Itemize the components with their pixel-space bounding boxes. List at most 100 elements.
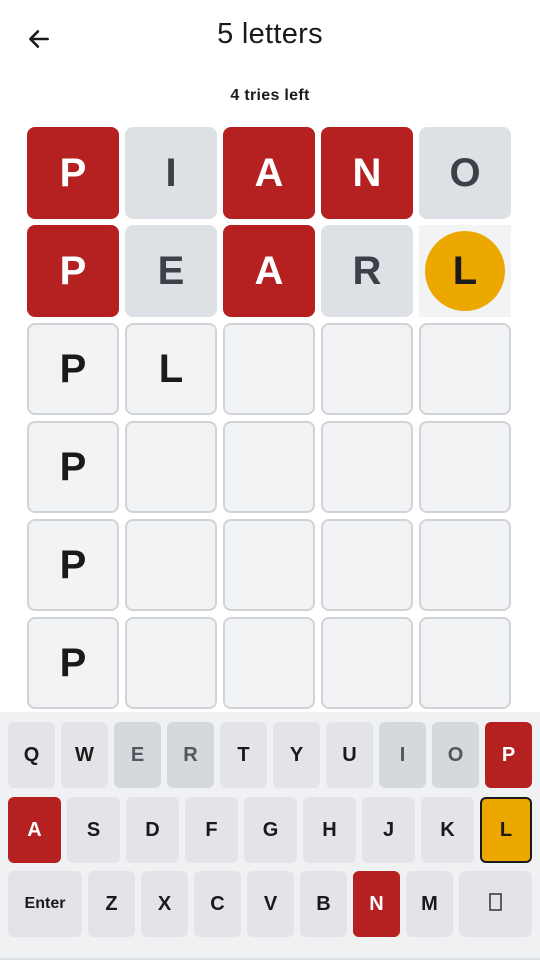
key-label: C <box>210 892 225 915</box>
key-label: L <box>499 818 513 841</box>
grid-tile: P <box>27 323 119 415</box>
key-label: B <box>316 892 331 915</box>
key-m[interactable]: M <box>406 871 453 937</box>
key-f[interactable]: F <box>185 797 238 863</box>
grid-tile <box>419 323 511 415</box>
key-label: Enter <box>24 895 66 912</box>
key-s[interactable]: S <box>67 797 120 863</box>
key-d[interactable]: D <box>126 797 179 863</box>
key-label: I <box>399 743 406 766</box>
grid-tile: L <box>125 323 217 415</box>
key-label: P <box>501 743 516 766</box>
tile-letter: L <box>425 231 505 311</box>
key-g[interactable]: G <box>244 797 297 863</box>
grid-tile <box>223 617 315 709</box>
grid-row: P <box>27 519 514 611</box>
key-z[interactable]: Z <box>88 871 135 937</box>
key-q[interactable]: Q <box>8 722 55 788</box>
grid-tile <box>125 617 217 709</box>
key-label: W <box>75 743 94 766</box>
key-label: N <box>369 892 384 915</box>
key-label: K <box>440 818 455 841</box>
key-b[interactable]: B <box>300 871 347 937</box>
grid-tile: L <box>419 225 511 317</box>
tile-letter: L <box>158 346 184 391</box>
key-n[interactable]: N <box>353 871 400 937</box>
grid-tile: E <box>125 225 217 317</box>
key-label: A <box>27 818 42 841</box>
tile-letter: P <box>59 346 87 391</box>
key-l[interactable]: L <box>480 797 532 863</box>
key-e[interactable]: E <box>114 722 161 788</box>
key-r[interactable]: R <box>167 722 214 788</box>
key-c[interactable]: C <box>194 871 241 937</box>
grid-tile <box>321 323 413 415</box>
tile-letter: P <box>59 248 87 293</box>
key-label: J <box>382 818 395 841</box>
grid-row: PIANO <box>27 127 514 219</box>
key-p[interactable]: P <box>485 722 532 788</box>
grid-tile <box>321 617 413 709</box>
app-header: 5 letters <box>0 0 540 76</box>
grid-tile <box>125 421 217 513</box>
grid-tile <box>125 519 217 611</box>
grid-tile: P <box>27 127 119 219</box>
grid-tile: P <box>27 617 119 709</box>
key-t[interactable]: T <box>220 722 267 788</box>
key-label: V <box>263 892 278 915</box>
key-a[interactable]: A <box>8 797 61 863</box>
key-label: Q <box>23 743 40 766</box>
key-h[interactable]: H <box>303 797 356 863</box>
grid-tile <box>419 421 511 513</box>
key-label: X <box>157 892 172 915</box>
key-v[interactable]: V <box>247 871 294 937</box>
grid-tile <box>223 519 315 611</box>
key-label: T <box>237 743 250 766</box>
key-j[interactable]: J <box>362 797 415 863</box>
grid-tile: N <box>321 127 413 219</box>
grid-tile: I <box>125 127 217 219</box>
grid-row: PL <box>27 323 514 415</box>
key-label: H <box>322 818 337 841</box>
backspace-key[interactable] <box>459 871 532 937</box>
tile-letter: E <box>157 248 185 293</box>
key-label: Y <box>289 743 304 766</box>
grid-tile: R <box>321 225 413 317</box>
key-label: E <box>130 743 145 766</box>
grid-row: P <box>27 421 514 513</box>
tile-letter: A <box>254 248 284 293</box>
key-w[interactable]: W <box>61 722 108 788</box>
key-o[interactable]: O <box>432 722 479 788</box>
grid-tile <box>419 519 511 611</box>
keyboard-row: ASDFGHJKL <box>0 797 540 863</box>
keyboard-row: Enter Z X C V B N M <box>0 871 540 937</box>
grid-tile: P <box>27 519 119 611</box>
tile-letter: P <box>59 444 87 489</box>
enter-key[interactable]: Enter <box>8 871 82 937</box>
tile-letter: P <box>59 640 87 685</box>
guess-grid: PIANOPEARLPLPPP <box>27 127 514 715</box>
key-label: D <box>145 818 160 841</box>
on-screen-keyboard: Q W E R T Y U I O P A S D F G H J K L Enter Z X C V B N M <box>0 712 540 960</box>
grid-tile <box>223 323 315 415</box>
tile-letter: N <box>352 150 382 195</box>
grid-tile <box>223 421 315 513</box>
key-x[interactable]: X <box>141 871 188 937</box>
tile-letter: I <box>165 150 177 195</box>
key-label: G <box>262 818 279 841</box>
key-label: U <box>342 743 357 766</box>
grid-tile: P <box>27 225 119 317</box>
tile-letter: A <box>254 150 284 195</box>
key-k[interactable]: K <box>421 797 474 863</box>
tile-letter: O <box>449 150 481 195</box>
key-i[interactable]: I <box>379 722 426 788</box>
key-label: R <box>183 743 198 766</box>
grid-tile <box>321 519 413 611</box>
key-y[interactable]: Y <box>273 722 320 788</box>
key-u[interactable]: U <box>326 722 373 788</box>
tile-letter: P <box>59 542 87 587</box>
grid-tile <box>419 617 511 709</box>
tile-letter: P <box>59 150 87 195</box>
key-label: O <box>447 743 464 766</box>
grid-tile <box>321 421 413 513</box>
